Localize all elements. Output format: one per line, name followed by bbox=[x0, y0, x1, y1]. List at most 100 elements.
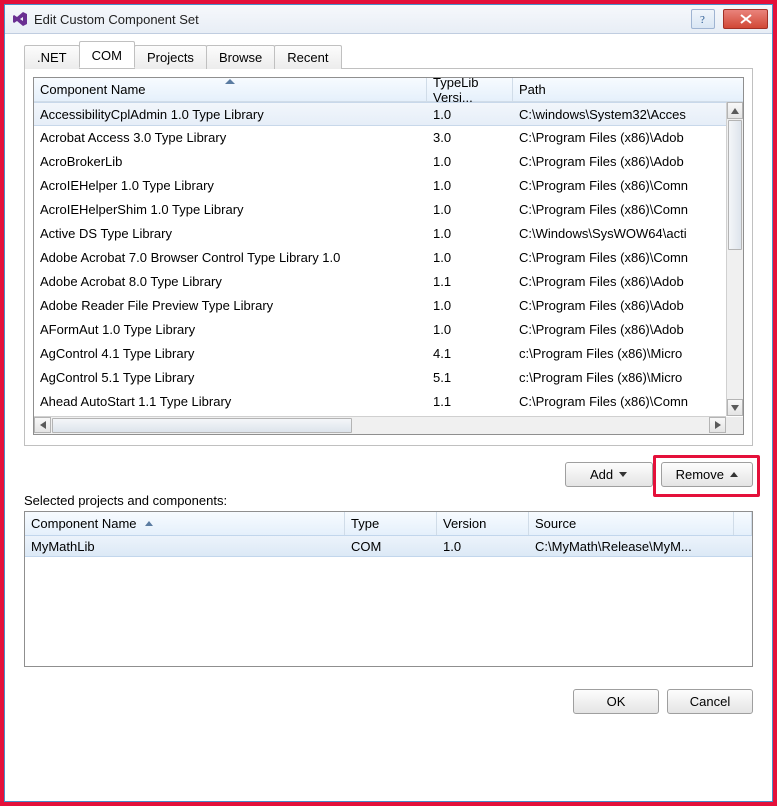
scroll-corner bbox=[726, 417, 743, 434]
table-row[interactable]: Ahead AutoStart 1.1 Type Library 1.1 C:\… bbox=[34, 390, 743, 414]
remove-button[interactable]: Remove bbox=[661, 462, 753, 487]
sel-col-name[interactable]: Component Name bbox=[25, 512, 345, 535]
table-row[interactable]: Adobe Acrobat 8.0 Type Library 1.1 C:\Pr… bbox=[34, 270, 743, 294]
tab-projects[interactable]: Projects bbox=[134, 45, 207, 69]
cell-name: Adobe Acrobat 7.0 Browser Control Type L… bbox=[34, 250, 427, 265]
col-header-name[interactable]: Component Name bbox=[34, 78, 427, 101]
cell-name: Ahead AutoStart 1.1 Type Library bbox=[34, 394, 427, 409]
titlebar: Edit Custom Component Set ? bbox=[5, 5, 772, 34]
cell-name: MyMathLib bbox=[25, 539, 345, 554]
scroll-left-icon[interactable] bbox=[34, 417, 51, 433]
tab-recent[interactable]: Recent bbox=[274, 45, 341, 69]
tab-com[interactable]: COM bbox=[79, 41, 135, 68]
table-row[interactable]: Adobe Acrobat 7.0 Browser Control Type L… bbox=[34, 246, 743, 270]
vs-logo-icon bbox=[11, 11, 28, 28]
cell-path: C:\windows\System32\Acces bbox=[513, 107, 743, 122]
cell-name: AgControl 5.1 Type Library bbox=[34, 370, 427, 385]
sort-asc-icon bbox=[145, 521, 153, 526]
sel-col-spacer bbox=[734, 512, 752, 535]
cell-path: C:\Program Files (x86)\Adob bbox=[513, 130, 743, 145]
cell-version: 1.0 bbox=[427, 298, 513, 313]
selected-label: Selected projects and components: bbox=[24, 493, 753, 508]
add-button-label: Add bbox=[590, 467, 613, 482]
tab-net[interactable]: .NET bbox=[24, 45, 80, 69]
table-row[interactable]: AccessibilityCplAdmin 1.0 Type Library 1… bbox=[34, 102, 743, 126]
component-list-header: Component Name TypeLib Versi... Path bbox=[34, 78, 743, 102]
table-row[interactable]: AcroBrokerLib 1.0 C:\Program Files (x86)… bbox=[34, 150, 743, 174]
cell-name: AcroBrokerLib bbox=[34, 154, 427, 169]
cell-path: C:\Program Files (x86)\Comn bbox=[513, 202, 743, 217]
cell-name: AgControl 4.1 Type Library bbox=[34, 346, 427, 361]
table-row[interactable]: AgControl 5.1 Type Library 5.1 c:\Progra… bbox=[34, 366, 743, 390]
component-list[interactable]: Component Name TypeLib Versi... Path Acc… bbox=[33, 77, 744, 435]
cell-version: 3.0 bbox=[427, 130, 513, 145]
chevron-up-icon bbox=[730, 472, 738, 477]
scroll-up-icon[interactable] bbox=[727, 102, 743, 119]
cell-version: 1.0 bbox=[427, 322, 513, 337]
col-header-version-label: TypeLib Versi... bbox=[433, 77, 506, 105]
cell-name: AFormAut 1.0 Type Library bbox=[34, 322, 427, 337]
cell-path: C:\Program Files (x86)\Adob bbox=[513, 322, 743, 337]
cell-version: 1.0 bbox=[427, 107, 513, 122]
col-header-version[interactable]: TypeLib Versi... bbox=[427, 78, 513, 101]
cell-path: C:\Windows\SysWOW64\acti bbox=[513, 226, 743, 241]
component-panel: Component Name TypeLib Versi... Path Acc… bbox=[24, 68, 753, 446]
table-row[interactable]: AFormAut 1.0 Type Library 1.0 C:\Program… bbox=[34, 318, 743, 342]
ok-button-label: OK bbox=[607, 694, 626, 709]
sel-col-name-label: Component Name bbox=[31, 516, 137, 531]
tab-strip: .NET COM Projects Browse Recent bbox=[24, 42, 753, 68]
action-buttons: Add Remove bbox=[24, 462, 753, 487]
cell-name: AccessibilityCplAdmin 1.0 Type Library bbox=[34, 107, 427, 122]
col-header-name-label: Component Name bbox=[40, 82, 146, 97]
col-header-path[interactable]: Path bbox=[513, 78, 743, 101]
cell-version: 1.0 bbox=[437, 539, 529, 554]
selected-rows: MyMathLib COM 1.0 C:\MyMath\Release\MyM.… bbox=[25, 535, 752, 666]
sel-col-type-label: Type bbox=[351, 516, 379, 531]
horizontal-scrollbar[interactable] bbox=[34, 416, 726, 434]
sel-col-source-label: Source bbox=[535, 516, 576, 531]
ok-button[interactable]: OK bbox=[573, 689, 659, 714]
window-title: Edit Custom Component Set bbox=[34, 12, 685, 27]
table-row[interactable]: AcroIEHelperShim 1.0 Type Library 1.0 C:… bbox=[34, 198, 743, 222]
svg-text:?: ? bbox=[700, 14, 705, 25]
cancel-button[interactable]: Cancel bbox=[667, 689, 753, 714]
cell-version: 1.0 bbox=[427, 226, 513, 241]
cell-path: c:\Program Files (x86)\Micro bbox=[513, 370, 743, 385]
selected-list[interactable]: Component Name Type Version Source MyMat… bbox=[24, 511, 753, 667]
close-button[interactable] bbox=[723, 9, 768, 29]
cell-version: 1.0 bbox=[427, 154, 513, 169]
scroll-right-icon[interactable] bbox=[709, 417, 726, 433]
cell-name: Adobe Acrobat 8.0 Type Library bbox=[34, 274, 427, 289]
sel-col-source[interactable]: Source bbox=[529, 512, 734, 535]
sel-col-version[interactable]: Version bbox=[437, 512, 529, 535]
cell-name: Active DS Type Library bbox=[34, 226, 427, 241]
selected-list-header: Component Name Type Version Source bbox=[25, 512, 752, 535]
cell-path: C:\Program Files (x86)\Comn bbox=[513, 250, 743, 265]
cell-path: c:\Program Files (x86)\Micro bbox=[513, 346, 743, 361]
table-row[interactable]: Active DS Type Library 1.0 C:\Windows\Sy… bbox=[34, 222, 743, 246]
list-item[interactable]: MyMathLib COM 1.0 C:\MyMath\Release\MyM.… bbox=[25, 535, 752, 557]
table-row[interactable]: AgControl 4.1 Type Library 4.1 c:\Progra… bbox=[34, 342, 743, 366]
table-row[interactable]: AcroIEHelper 1.0 Type Library 1.0 C:\Pro… bbox=[34, 174, 743, 198]
table-row[interactable]: Adobe Reader File Preview Type Library 1… bbox=[34, 294, 743, 318]
cell-version: 1.0 bbox=[427, 250, 513, 265]
cell-version: 1.0 bbox=[427, 178, 513, 193]
cell-version: 4.1 bbox=[427, 346, 513, 361]
cell-name: AcroIEHelperShim 1.0 Type Library bbox=[34, 202, 427, 217]
scroll-down-icon[interactable] bbox=[727, 399, 743, 416]
vertical-scrollbar[interactable] bbox=[726, 102, 743, 416]
hscroll-thumb[interactable] bbox=[52, 418, 352, 433]
add-button[interactable]: Add bbox=[565, 462, 653, 487]
cell-version: 1.0 bbox=[427, 202, 513, 217]
sel-col-type[interactable]: Type bbox=[345, 512, 437, 535]
cell-type: COM bbox=[345, 539, 437, 554]
tab-browse[interactable]: Browse bbox=[206, 45, 275, 69]
cell-path: C:\Program Files (x86)\Adob bbox=[513, 274, 743, 289]
help-button[interactable]: ? bbox=[691, 9, 715, 29]
component-rows: AccessibilityCplAdmin 1.0 Type Library 1… bbox=[34, 102, 743, 434]
cell-name: Adobe Reader File Preview Type Library bbox=[34, 298, 427, 313]
cell-version: 1.1 bbox=[427, 394, 513, 409]
scroll-thumb[interactable] bbox=[728, 120, 742, 250]
cell-path: C:\Program Files (x86)\Adob bbox=[513, 154, 743, 169]
table-row[interactable]: Acrobat Access 3.0 Type Library 3.0 C:\P… bbox=[34, 126, 743, 150]
